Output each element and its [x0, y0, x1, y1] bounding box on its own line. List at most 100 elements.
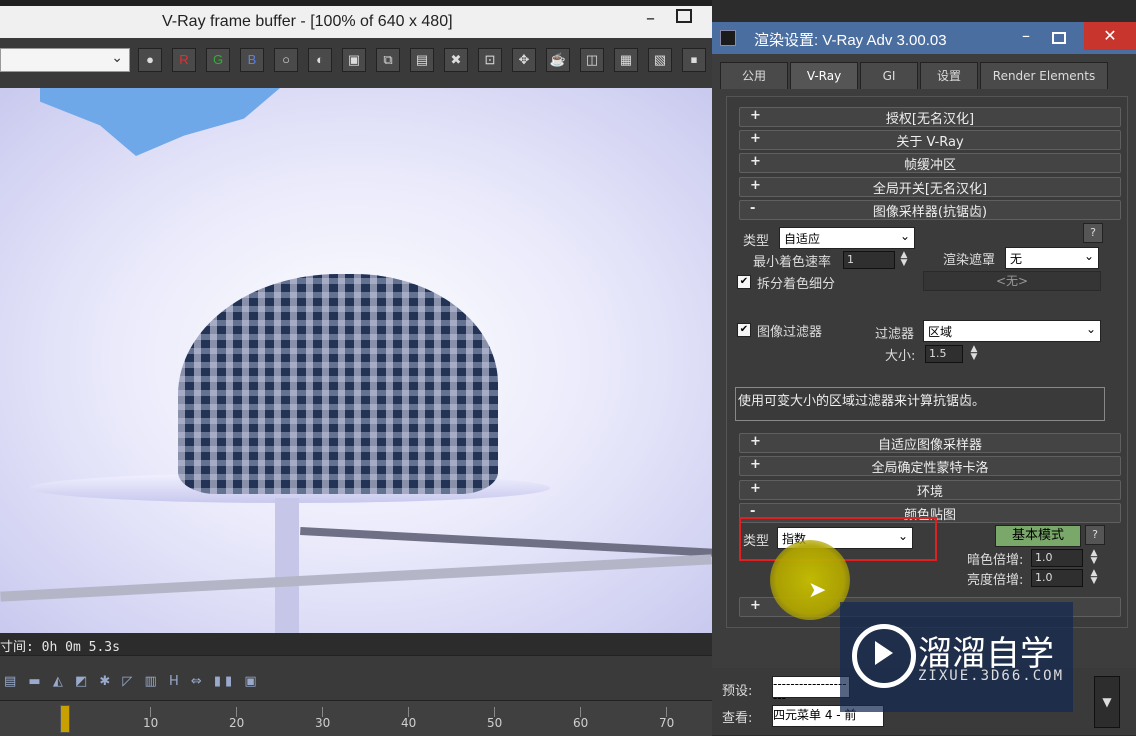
vfb-status-bar: 寸间: 0h 0m 5.3s	[0, 633, 712, 655]
time-slider-bar[interactable]: 10 20 30 40 50 60 70	[0, 700, 712, 736]
sampler-help-button[interactable]: ?	[1083, 223, 1103, 243]
mouse-cursor-icon: ➤	[808, 578, 827, 603]
vfb-maximize-button[interactable]	[676, 9, 692, 23]
dialog-titlebar[interactable]: 渲染设置: V-Ray Adv 3.00.03 – ✕	[712, 22, 1136, 54]
vfb-title-text: V-Ray frame buffer - [100% of 640 x 480]	[162, 13, 453, 30]
rollout-label: 关于 V-Ray	[896, 135, 964, 150]
render-mask-select[interactable]: 无 ⌄	[1005, 247, 1099, 269]
dark-multiplier-label: 暗色倍增:	[967, 553, 1024, 568]
filter-size-value: 1.5	[929, 347, 947, 360]
tab-common[interactable]: 公用	[720, 62, 788, 89]
chevron-down-icon: ⌄	[1083, 249, 1094, 263]
timeline-tick-label: 40	[401, 716, 417, 730]
rollout-label: 自适应图像采样器	[877, 438, 982, 453]
bright-multiplier-value: 1.0	[1035, 571, 1053, 584]
mono-channel-icon[interactable]: ◐	[308, 48, 332, 72]
filter-description-box: 使用可变大小的区域过滤器来计算抗锯齿。	[735, 387, 1105, 421]
color-channels-icon[interactable]: ●	[138, 48, 162, 72]
image-filter-label: 图像过滤器	[757, 325, 823, 340]
rollout-frame-buffer[interactable]: + 帧缓冲区	[739, 153, 1121, 173]
stop-render-icon[interactable]: ⏹	[682, 48, 706, 72]
timeline-tick-label: 20	[229, 716, 245, 730]
rollout-label: 图像采样器(抗锯齿)	[872, 205, 988, 220]
alpha-channel-icon[interactable]: ○	[274, 48, 298, 72]
divide-shading-label: 拆分着色细分	[757, 277, 836, 292]
min-shading-rate-field[interactable]: 1	[843, 251, 895, 269]
tab-render-elements[interactable]: Render Elements	[980, 62, 1108, 89]
rollout-environment[interactable]: + 环境	[739, 480, 1121, 500]
chevron-down-icon: ⌄	[899, 229, 910, 243]
vfb-titlebar[interactable]: V-Ray frame buffer - [100% of 640 x 480]…	[0, 6, 712, 38]
rollout-label: 全局开关[无名汉化]	[872, 182, 988, 197]
vray-frame-buffer-window: V-Ray frame buffer - [100% of 640 x 480]…	[0, 0, 712, 736]
dark-multiplier-spinner-icon[interactable]: ▲ ▼	[1089, 549, 1099, 566]
color-mapping-help-button[interactable]: ?	[1085, 525, 1105, 545]
rollout-toggle-sign: +	[750, 598, 761, 613]
sampler-type-value: 自适应	[784, 232, 821, 246]
rollout-license[interactable]: + 授权[无名汉化]	[739, 107, 1121, 127]
filter-size-spinner-icon[interactable]: ▲ ▼	[969, 345, 979, 362]
bright-multiplier-spinner-icon[interactable]: ▲ ▼	[1089, 569, 1099, 586]
rendered-basket	[178, 274, 498, 494]
timeline-tick-label: 10	[143, 716, 159, 730]
track-mouse-icon[interactable]: ✥	[512, 48, 536, 72]
render-canvas[interactable]	[0, 88, 712, 633]
filter-size-field[interactable]: 1.5	[925, 345, 963, 363]
basic-mode-button[interactable]: 基本模式	[995, 525, 1081, 547]
divide-shading-checkbox[interactable]: ✔	[737, 275, 751, 289]
sampler-type-select[interactable]: 自适应 ⌄	[779, 227, 915, 249]
render-mask-object-field[interactable]: <无>	[923, 271, 1101, 291]
dialog-minimize-button[interactable]: –	[1022, 26, 1030, 45]
rollout-label: 环境	[916, 485, 943, 500]
clear-image-icon[interactable]: ✖	[444, 48, 468, 72]
rendered-shadow-line	[300, 527, 712, 557]
settings-tabs: 公用 V-Ray GI 设置 Render Elements	[720, 62, 1128, 92]
dialog-top-strip	[712, 0, 1136, 22]
time-slider-handle[interactable]	[60, 705, 70, 733]
history-icon[interactable]: ◫	[580, 48, 604, 72]
tab-settings[interactable]: 设置	[920, 62, 978, 89]
rollout-image-sampler[interactable]: - 图像采样器(抗锯齿)	[739, 200, 1121, 220]
channel-select[interactable]: ⌄	[0, 48, 130, 72]
timeline-tick-label: 60	[573, 716, 589, 730]
dark-multiplier-field[interactable]: 1.0	[1031, 549, 1083, 567]
chevron-down-icon[interactable]: ▼	[1094, 676, 1120, 728]
vfb-toolbar: ⌄ ● R G B ○ ◐ ▣ ⧉ ▤ ✖ ⊡ ✥ ☕ ◫ ▦ ▧ ⏹	[0, 38, 712, 89]
red-channel-button[interactable]: R	[172, 48, 196, 72]
region-render-icon[interactable]: ▦	[614, 48, 638, 72]
bright-multiplier-field[interactable]: 1.0	[1031, 569, 1083, 587]
preset-select[interactable]: --------------------	[772, 676, 850, 705]
tab-vray[interactable]: V-Ray	[790, 62, 858, 89]
rollout-global-switches[interactable]: + 全局开关[无名汉化]	[739, 177, 1121, 197]
filter-type-select[interactable]: 区域 ⌄	[923, 320, 1101, 342]
rollout-adaptive-sampler[interactable]: + 自适应图像采样器	[739, 433, 1121, 453]
rollout-label: 授权[无名汉化]	[885, 112, 975, 127]
play-icon	[852, 624, 916, 688]
lens-effects-icon[interactable]: ▧	[648, 48, 672, 72]
timeline-tick-label: 30	[315, 716, 331, 730]
vfb-minimize-button[interactable]: –	[646, 8, 655, 29]
dialog-close-button[interactable]: ✕	[1084, 22, 1136, 50]
rollout-about[interactable]: + 关于 V-Ray	[739, 130, 1121, 150]
blue-channel-button[interactable]: B	[240, 48, 264, 72]
chevron-down-icon: ⌄	[1085, 322, 1096, 336]
view-label: 查看:	[722, 711, 753, 726]
rendered-floor-line	[0, 554, 712, 602]
app-icon	[720, 30, 736, 46]
teapot-render-icon[interactable]: ☕	[546, 48, 570, 72]
timeline-tick-label: 70	[659, 716, 675, 730]
rollout-global-dmc[interactable]: + 全局确定性蒙特卡洛	[739, 456, 1121, 476]
duplicate-icon[interactable]: ⊡	[478, 48, 502, 72]
correction-tools-icons[interactable]: ▤ ▬ ◭ ◩ ✱ ◸ ▥ H ⇔ ▮▮ ▣	[4, 674, 261, 689]
sampler-type-label: 类型	[743, 234, 770, 249]
save-all-icon[interactable]: ⧉	[376, 48, 400, 72]
open-folder-icon[interactable]: ▤	[410, 48, 434, 72]
filter-type-value: 区域	[928, 325, 953, 339]
green-channel-button[interactable]: G	[206, 48, 230, 72]
tab-gi[interactable]: GI	[860, 62, 918, 89]
timeline-tick-label: 50	[487, 716, 503, 730]
image-filter-checkbox[interactable]: ✔	[737, 323, 751, 337]
save-image-icon[interactable]: ▣	[342, 48, 366, 72]
min-shading-rate-spinner-icon[interactable]: ▲ ▼	[899, 251, 909, 268]
dialog-maximize-button[interactable]	[1052, 32, 1066, 44]
